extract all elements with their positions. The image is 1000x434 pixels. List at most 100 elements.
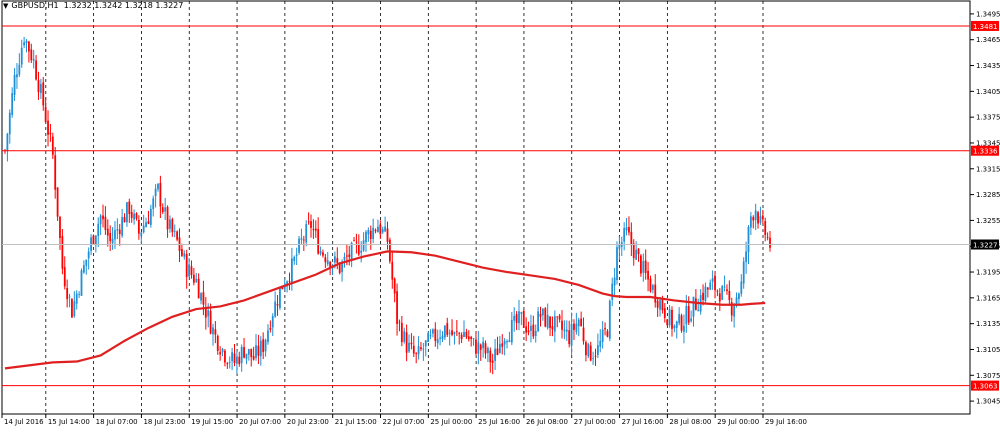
candle-body [498,343,501,353]
candle-body [192,274,195,283]
candle-body [357,243,360,255]
candle-body [109,232,112,241]
candle-body [568,330,571,345]
candle-body [231,352,234,362]
candle-body [61,236,64,269]
y-tick-label: 1.3135 [976,320,1000,328]
candle-body [570,323,573,346]
candle-body [259,340,262,357]
candle-body [405,332,408,353]
candle-body [18,64,21,75]
candle-body [441,335,444,339]
candle-body [608,300,611,339]
candle-body [628,227,630,233]
candle-body [742,261,745,284]
candle-body [410,342,413,345]
candle-body [59,216,61,238]
candle-body [276,304,279,306]
candle-body [644,260,647,274]
candle-body [424,340,427,347]
candle-body [408,342,410,352]
candle-body [209,310,212,334]
candle-body [391,261,394,280]
candle-body [47,120,49,135]
candle-body [271,316,274,328]
triangle-down-icon[interactable]: ▼ [3,2,8,10]
y-tick-label: 1.3045 [976,398,1000,406]
y-tick-label: 1.3075 [976,372,1000,380]
x-tick-label: 18 Jul 23:00 [143,418,185,426]
candle-body [104,216,107,230]
candle-body [372,227,375,239]
candle-body [649,278,652,292]
candle-body [685,306,688,325]
candle-body [176,231,179,240]
candle-body [757,212,759,224]
level-price-label: 1.3481 [973,23,998,31]
candle-body [130,211,133,218]
candle-body [604,328,606,330]
candle-body [190,266,193,275]
y-tick-label: 1.3105 [976,346,1000,354]
candle-body [68,296,71,298]
candle-body [580,318,583,326]
chart-canvas[interactable]: 14 Jul 2016 15 Jul 14:00 18 Jul 07:00 18 Ju… [0,0,1000,430]
candle-body [51,136,54,155]
candle-body [20,47,23,65]
candle-body [334,256,336,263]
candle-body [656,300,659,308]
candle-body [106,228,109,236]
x-tick-label: 15 Jul 14:00 [48,418,90,426]
candle-body [527,330,530,333]
candle-body [475,339,477,354]
y-tick-label: 1.3375 [976,114,1000,122]
candle-body [23,42,26,46]
candle-body [448,332,451,334]
candle-body [585,342,587,356]
candle-body [623,227,626,242]
candle-body [747,227,750,253]
candle-body [463,331,465,337]
candle-body [606,331,609,337]
price-chart[interactable]: ▼ GBPUSD,H1 1.3232 1.3242 1.3218 1.3227 1… [0,0,1000,430]
candle-body [255,345,257,359]
candle-body [336,258,339,263]
candle-body [752,217,755,221]
candle-body [200,293,202,301]
candle-body [453,332,456,334]
candle-body [6,133,9,151]
y-tick-label: 1.3495 [976,10,1000,18]
candle-body [532,324,535,337]
candle-body [575,323,578,332]
candle-body [384,226,387,232]
candle-body [293,257,296,261]
candle-body [116,228,119,231]
candle-body [640,255,642,274]
candle-body [577,319,580,327]
candle-body [537,311,540,332]
candle-body [377,226,379,233]
level-price-label: 1.3336 [973,148,998,156]
candle-body [28,41,30,52]
candle-body [417,346,420,355]
candle-body [54,155,57,190]
candle-body [594,355,597,357]
candle-body [300,238,303,240]
candle-body [396,291,398,324]
candle-body [525,326,528,333]
candle-body [353,240,355,242]
ohlc-readout: 1.3232 1.3242 1.3218 1.3227 [63,1,184,10]
candle-body [477,342,480,354]
candle-body [8,112,11,135]
candle-body [35,60,37,80]
symbol-label: GBPUSD,H1 [11,1,59,10]
candle-body [157,184,159,190]
candle-body [709,282,712,290]
candle-body [766,236,769,238]
candle-body [298,238,300,253]
x-tick-label: 18 Jul 07:00 [96,418,138,426]
candle-body [420,347,422,350]
candle-body [434,328,437,341]
candle-body [680,315,683,331]
candle-body [659,300,661,310]
